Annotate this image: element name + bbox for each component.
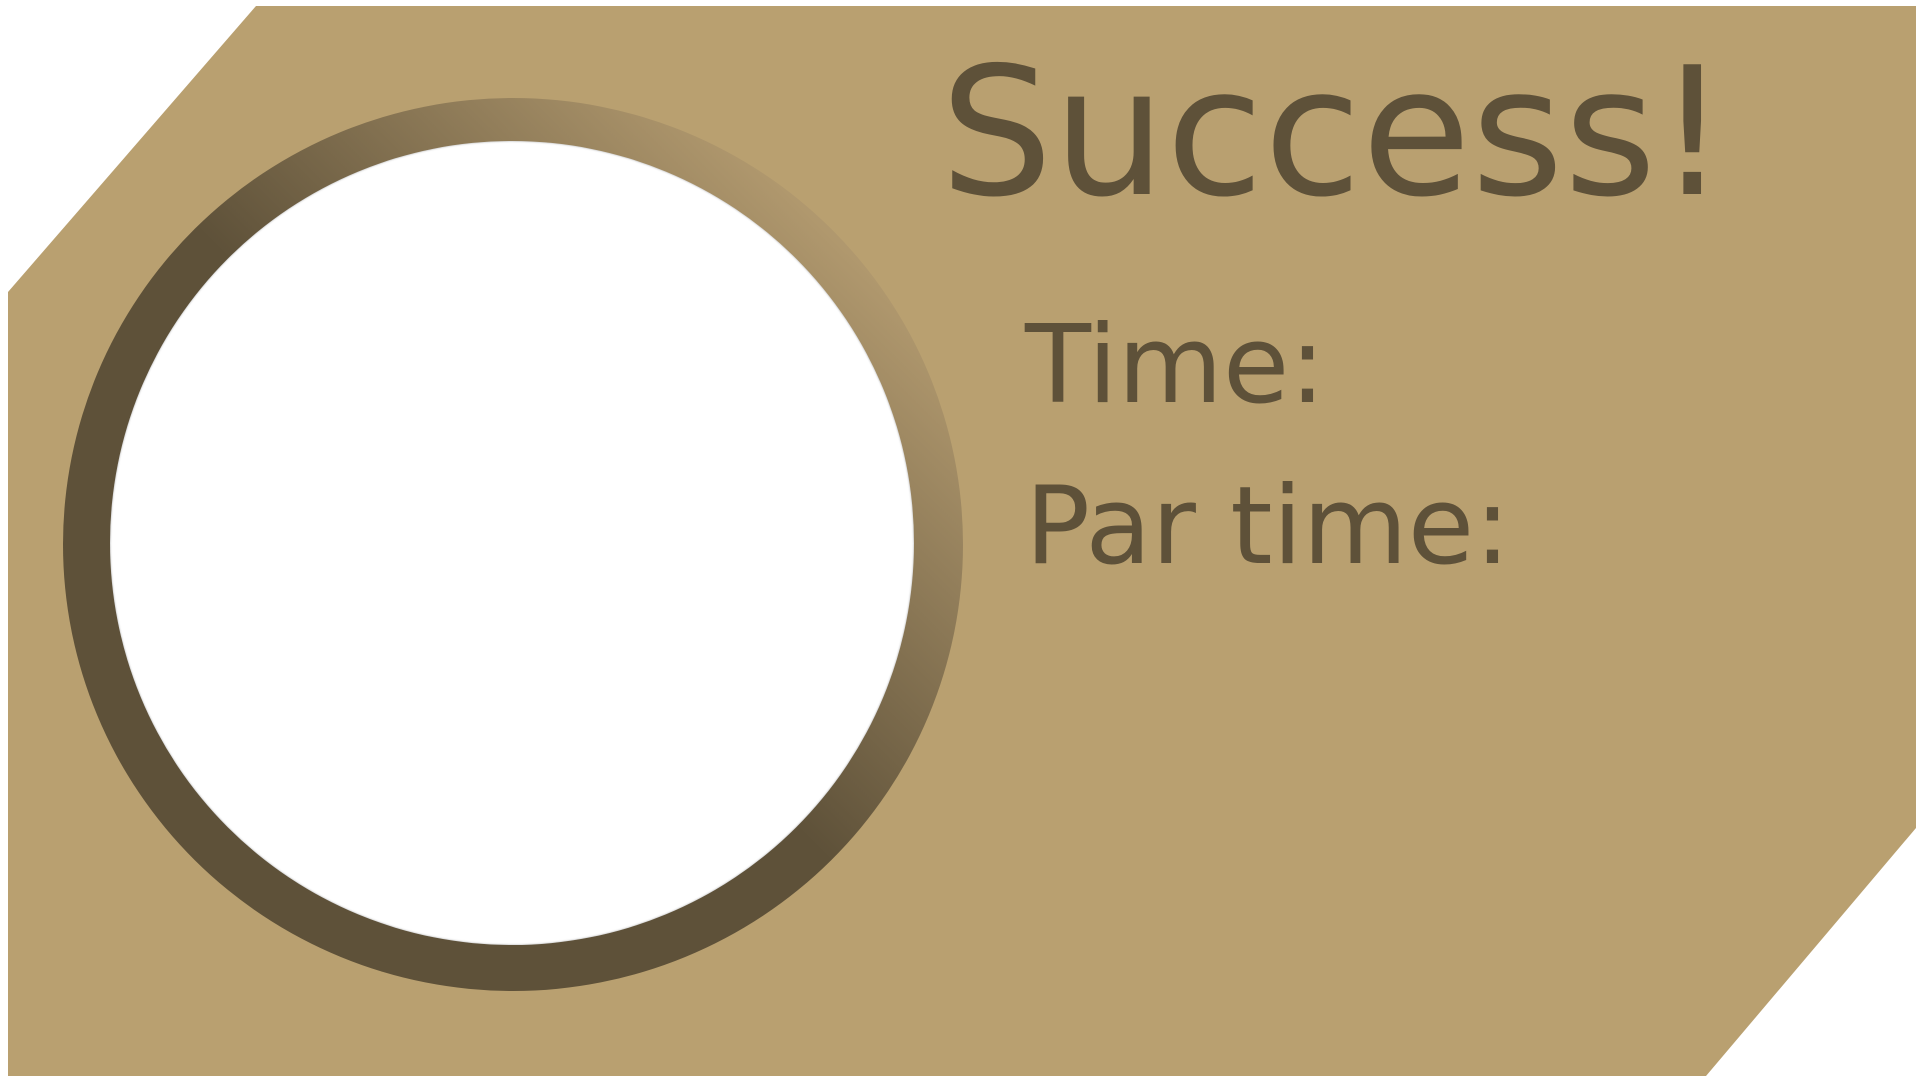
results-screen: Success! Time: Par time: <box>0 0 1920 1080</box>
portrait-circle <box>110 141 914 945</box>
result-title: Success! <box>940 29 1728 236</box>
par-time-label: Par time: <box>1025 464 1511 589</box>
portrait-ring <box>63 98 963 991</box>
time-label: Time: <box>1025 303 1326 428</box>
